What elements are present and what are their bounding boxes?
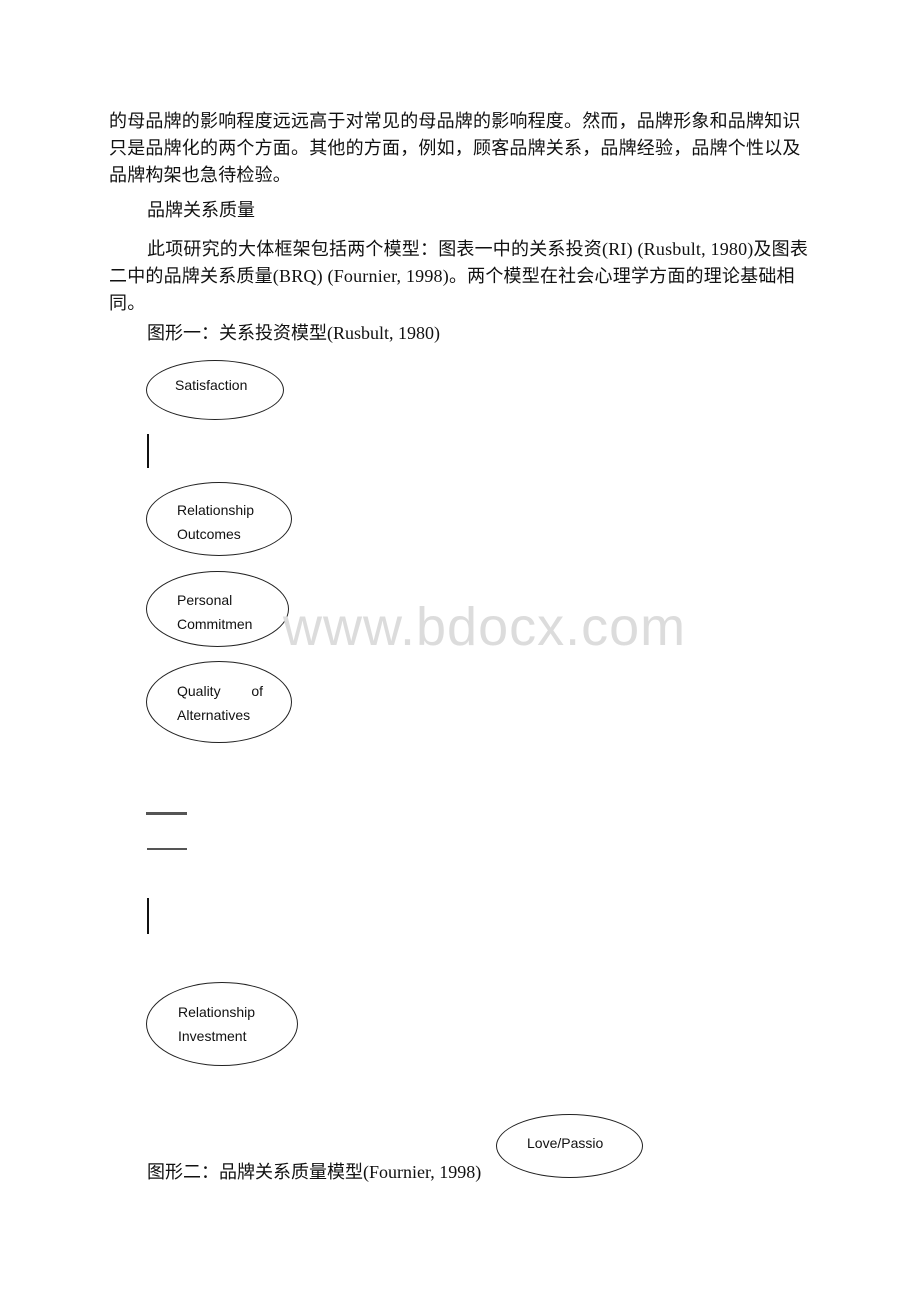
node-relationship-outcomes-label-1: Relationship [177, 502, 255, 518]
paragraph-research-framework: 此项研究的大体框架包括两个模型：图表一中的关系投资(RI) (Rusbult, … [109, 239, 809, 313]
node-quality-of-alternatives: Quality of Alternatives [146, 661, 292, 743]
node-quality-of-alternatives-label-2: Alternatives [177, 707, 251, 723]
connector-line [147, 434, 149, 468]
connector-line [147, 848, 187, 850]
node-relationship-outcomes-label-2: Outcomes [177, 526, 241, 542]
node-relationship-investment-label-2: Investment [178, 1028, 247, 1044]
node-quality-of-alternatives-label-1: Quality of [177, 679, 263, 703]
node-of-word: of [251, 683, 263, 699]
node-love-passion: Love/Passio [496, 1114, 643, 1178]
node-relationship-outcomes: Relationship Outcomes [146, 482, 292, 556]
node-personal-commitment-label-2: Commitmen [177, 616, 253, 632]
node-personal-commitment: Personal Commitmen [146, 571, 289, 647]
watermark: www.bdocx.com [283, 597, 687, 657]
figure-2-caption: 图形二：品牌关系质量模型(Fournier, 1998) [147, 1162, 482, 1182]
document-page: 的母品牌的影响程度远远高于对常见的母品牌的影响程度。然而，品牌形象和品牌知识只是… [0, 0, 920, 1302]
connector-line [146, 812, 187, 815]
node-quality-word: Quality [177, 683, 221, 699]
section-heading-brand-relationship-quality: 品牌关系质量 [147, 200, 255, 220]
node-satisfaction: Satisfaction [146, 360, 284, 420]
paragraph-brand-knowledge: 的母品牌的影响程度远远高于对常见的母品牌的影响程度。然而，品牌形象和品牌知识只是… [109, 111, 801, 185]
connector-line [147, 898, 149, 934]
node-satisfaction-label: Satisfaction [175, 377, 248, 393]
node-love-passion-label: Love/Passio [527, 1135, 604, 1151]
node-relationship-investment: Relationship Investment [146, 982, 298, 1066]
node-personal-commitment-label-1: Personal [177, 592, 233, 608]
node-relationship-investment-label-1: Relationship [178, 1004, 256, 1020]
figure-1-caption: 图形一：关系投资模型(Rusbult, 1980) [147, 323, 440, 343]
